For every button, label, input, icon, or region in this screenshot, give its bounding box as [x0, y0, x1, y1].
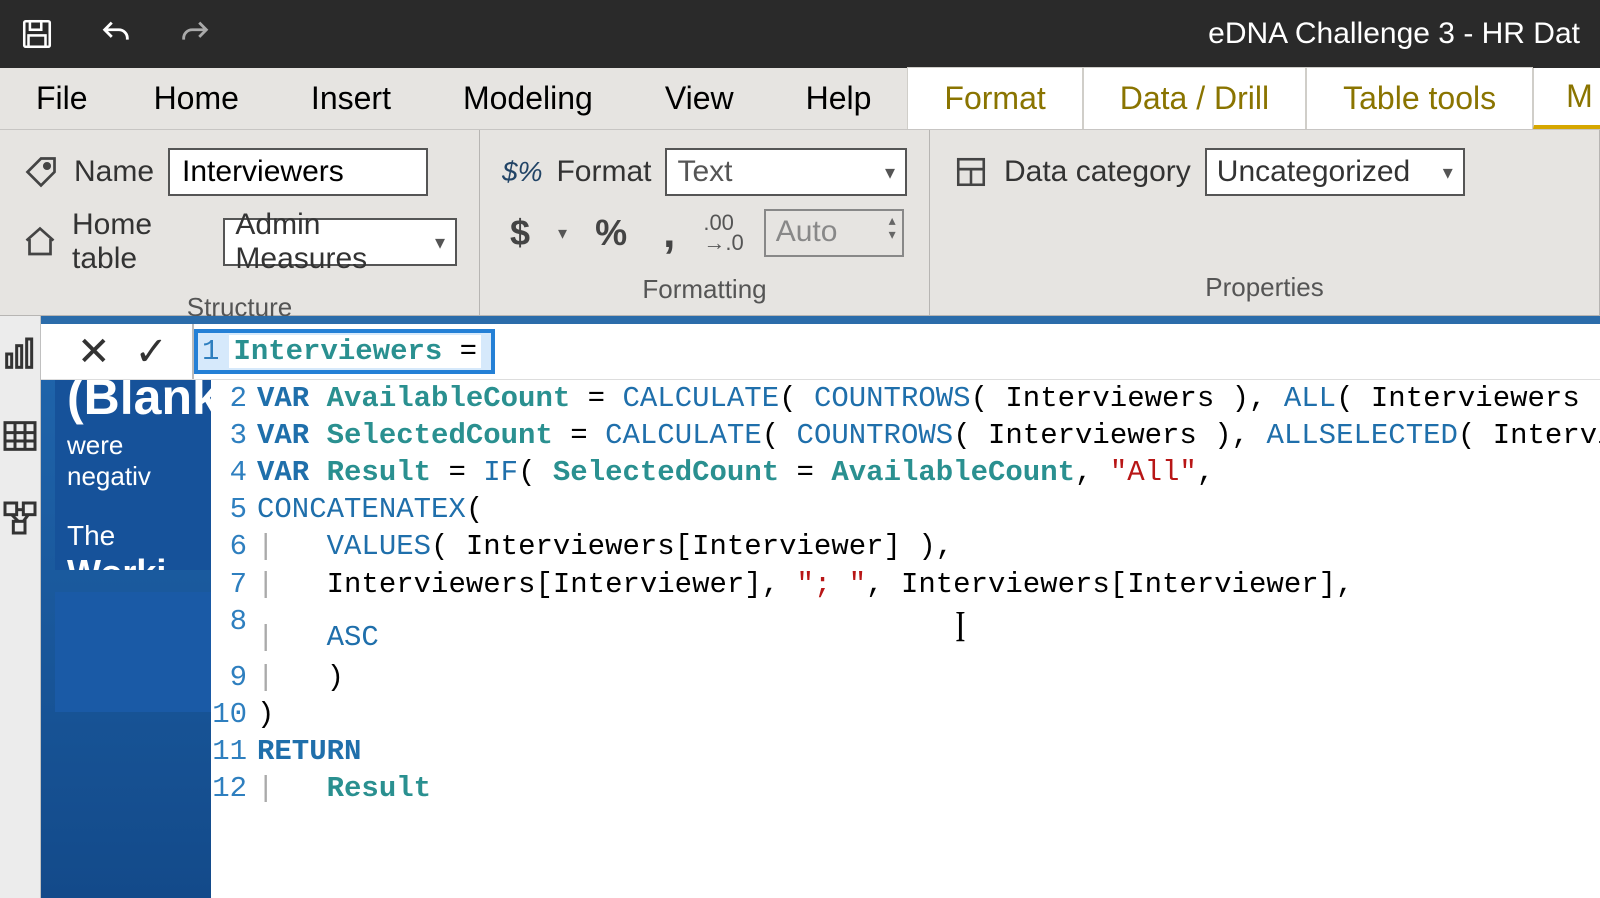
- model-view-icon[interactable]: [0, 498, 40, 538]
- currency-button[interactable]: $: [502, 212, 538, 254]
- decimal-places-icon[interactable]: .00→.0: [703, 213, 743, 253]
- home-table-select[interactable]: Admin Measures ▾: [223, 218, 457, 266]
- format-value: Text: [677, 155, 732, 189]
- tab-insert[interactable]: Insert: [275, 68, 427, 129]
- menubar: File Home Insert Modeling View Help Form…: [0, 68, 1600, 130]
- dax-editor[interactable]: 2VAR AvailableCount = CALCULATE( COUNTRO…: [41, 380, 1600, 807]
- code-line: | ): [257, 659, 1600, 696]
- line-number: 3: [211, 417, 257, 454]
- data-category-select[interactable]: Uncategorized ▾: [1205, 148, 1465, 196]
- code-line: VAR Result = IF( SelectedCount = Availab…: [257, 454, 1600, 491]
- titlebar: eDNA Challenge 3 - HR Dat: [0, 0, 1600, 68]
- window-title: eDNA Challenge 3 - HR Dat: [1208, 17, 1580, 51]
- data-view-icon[interactable]: [0, 416, 40, 456]
- name-label: Name: [74, 155, 154, 189]
- tag-icon: [22, 153, 60, 191]
- tab-measure-tools-partial[interactable]: M: [1533, 68, 1600, 129]
- code-line: | Result: [257, 770, 1600, 807]
- ribbon-group-formatting: $% Format Text ▾ $ ▾ % , .00→.0 Auto ▴▾ …: [480, 130, 930, 315]
- chevron-down-icon: ▾: [885, 160, 895, 185]
- data-category-icon: [952, 153, 990, 191]
- file-menu[interactable]: File: [6, 68, 118, 129]
- home-table-value: Admin Measures: [235, 208, 425, 276]
- decimals-stepper[interactable]: Auto ▴▾: [764, 209, 904, 257]
- tab-data-drill[interactable]: Data / Drill: [1083, 67, 1306, 129]
- line-number: 5: [211, 491, 257, 528]
- text-cursor-icon: I: [955, 599, 965, 655]
- line-number: 9: [211, 659, 257, 696]
- group-caption-formatting: Formatting: [642, 274, 766, 309]
- formula-line-1-highlight[interactable]: 1 Interviewers =: [194, 329, 495, 374]
- measure-name-token: Interviewers: [233, 335, 442, 368]
- format-icon: $%: [502, 153, 542, 191]
- save-icon[interactable]: [20, 17, 54, 51]
- line-number: 7: [211, 566, 257, 603]
- data-category-value: Uncategorized: [1217, 155, 1410, 189]
- code-line: VAR AvailableCount = CALCULATE( COUNTROW…: [257, 380, 1600, 417]
- report-view-icon[interactable]: [0, 334, 40, 374]
- chevron-down-icon: ▾: [1443, 160, 1453, 185]
- chevron-down-icon[interactable]: ▾: [558, 223, 567, 244]
- line-number: 1: [202, 335, 229, 368]
- format-label: Format: [556, 155, 651, 189]
- work-area: (Blank) were negativ The Worki ✕ ✓ 1: [0, 316, 1600, 898]
- line-number: 6: [211, 528, 257, 565]
- home-table-label: Home table: [72, 208, 209, 276]
- tab-help[interactable]: Help: [770, 68, 908, 129]
- formula-editor: (Blank) were negativ The Worki ✕ ✓ 1: [41, 316, 1600, 898]
- home-table-icon: [22, 223, 58, 261]
- line-number: 8: [211, 603, 257, 640]
- ribbon: Name Home table Admin Measures ▾ Structu…: [0, 130, 1600, 316]
- code-line: ): [257, 696, 1600, 733]
- thousands-button[interactable]: ,: [655, 208, 683, 258]
- percent-button[interactable]: %: [587, 212, 635, 254]
- line-number: 2: [211, 380, 257, 417]
- chevron-up-icon[interactable]: ▴: [889, 213, 896, 227]
- equals-token: =: [442, 335, 477, 368]
- tab-modeling[interactable]: Modeling: [427, 68, 629, 129]
- code-line: | Interviewers[Interviewer], "; ", Inter…: [257, 566, 1600, 603]
- code-line: VAR SelectedCount = CALCULATE( COUNTROWS…: [257, 417, 1600, 454]
- view-rail: [0, 316, 41, 898]
- tab-view[interactable]: View: [629, 68, 770, 129]
- ribbon-group-properties: Data category Uncategorized ▾ Properties: [930, 130, 1600, 315]
- cancel-formula-button[interactable]: ✕: [77, 332, 111, 372]
- chevron-down-icon[interactable]: ▾: [889, 227, 896, 241]
- line-number: 10: [211, 696, 257, 733]
- redo-icon[interactable]: [178, 17, 212, 51]
- tab-format[interactable]: Format: [907, 67, 1082, 129]
- line-number: 4: [211, 454, 257, 491]
- code-line: | VALUES( Interviewers[Interviewer] ),: [257, 528, 1600, 565]
- tab-home[interactable]: Home: [118, 68, 275, 129]
- chevron-down-icon: ▾: [435, 230, 445, 255]
- code-line: | ASC I: [257, 603, 1600, 659]
- group-caption-properties: Properties: [1205, 272, 1324, 307]
- undo-icon[interactable]: [99, 17, 133, 51]
- line-number: 12: [211, 770, 257, 807]
- tab-table-tools[interactable]: Table tools: [1306, 67, 1533, 129]
- data-category-label: Data category: [1004, 155, 1191, 189]
- format-select[interactable]: Text ▾: [665, 148, 907, 196]
- line-number: 11: [211, 733, 257, 770]
- ribbon-group-structure: Name Home table Admin Measures ▾ Structu…: [0, 130, 480, 315]
- code-line: RETURN: [257, 733, 1600, 770]
- commit-formula-button[interactable]: ✓: [135, 332, 169, 372]
- decimals-value: Auto: [776, 215, 838, 249]
- name-input[interactable]: [168, 148, 428, 196]
- code-line: CONCATENATEX(: [257, 491, 1600, 528]
